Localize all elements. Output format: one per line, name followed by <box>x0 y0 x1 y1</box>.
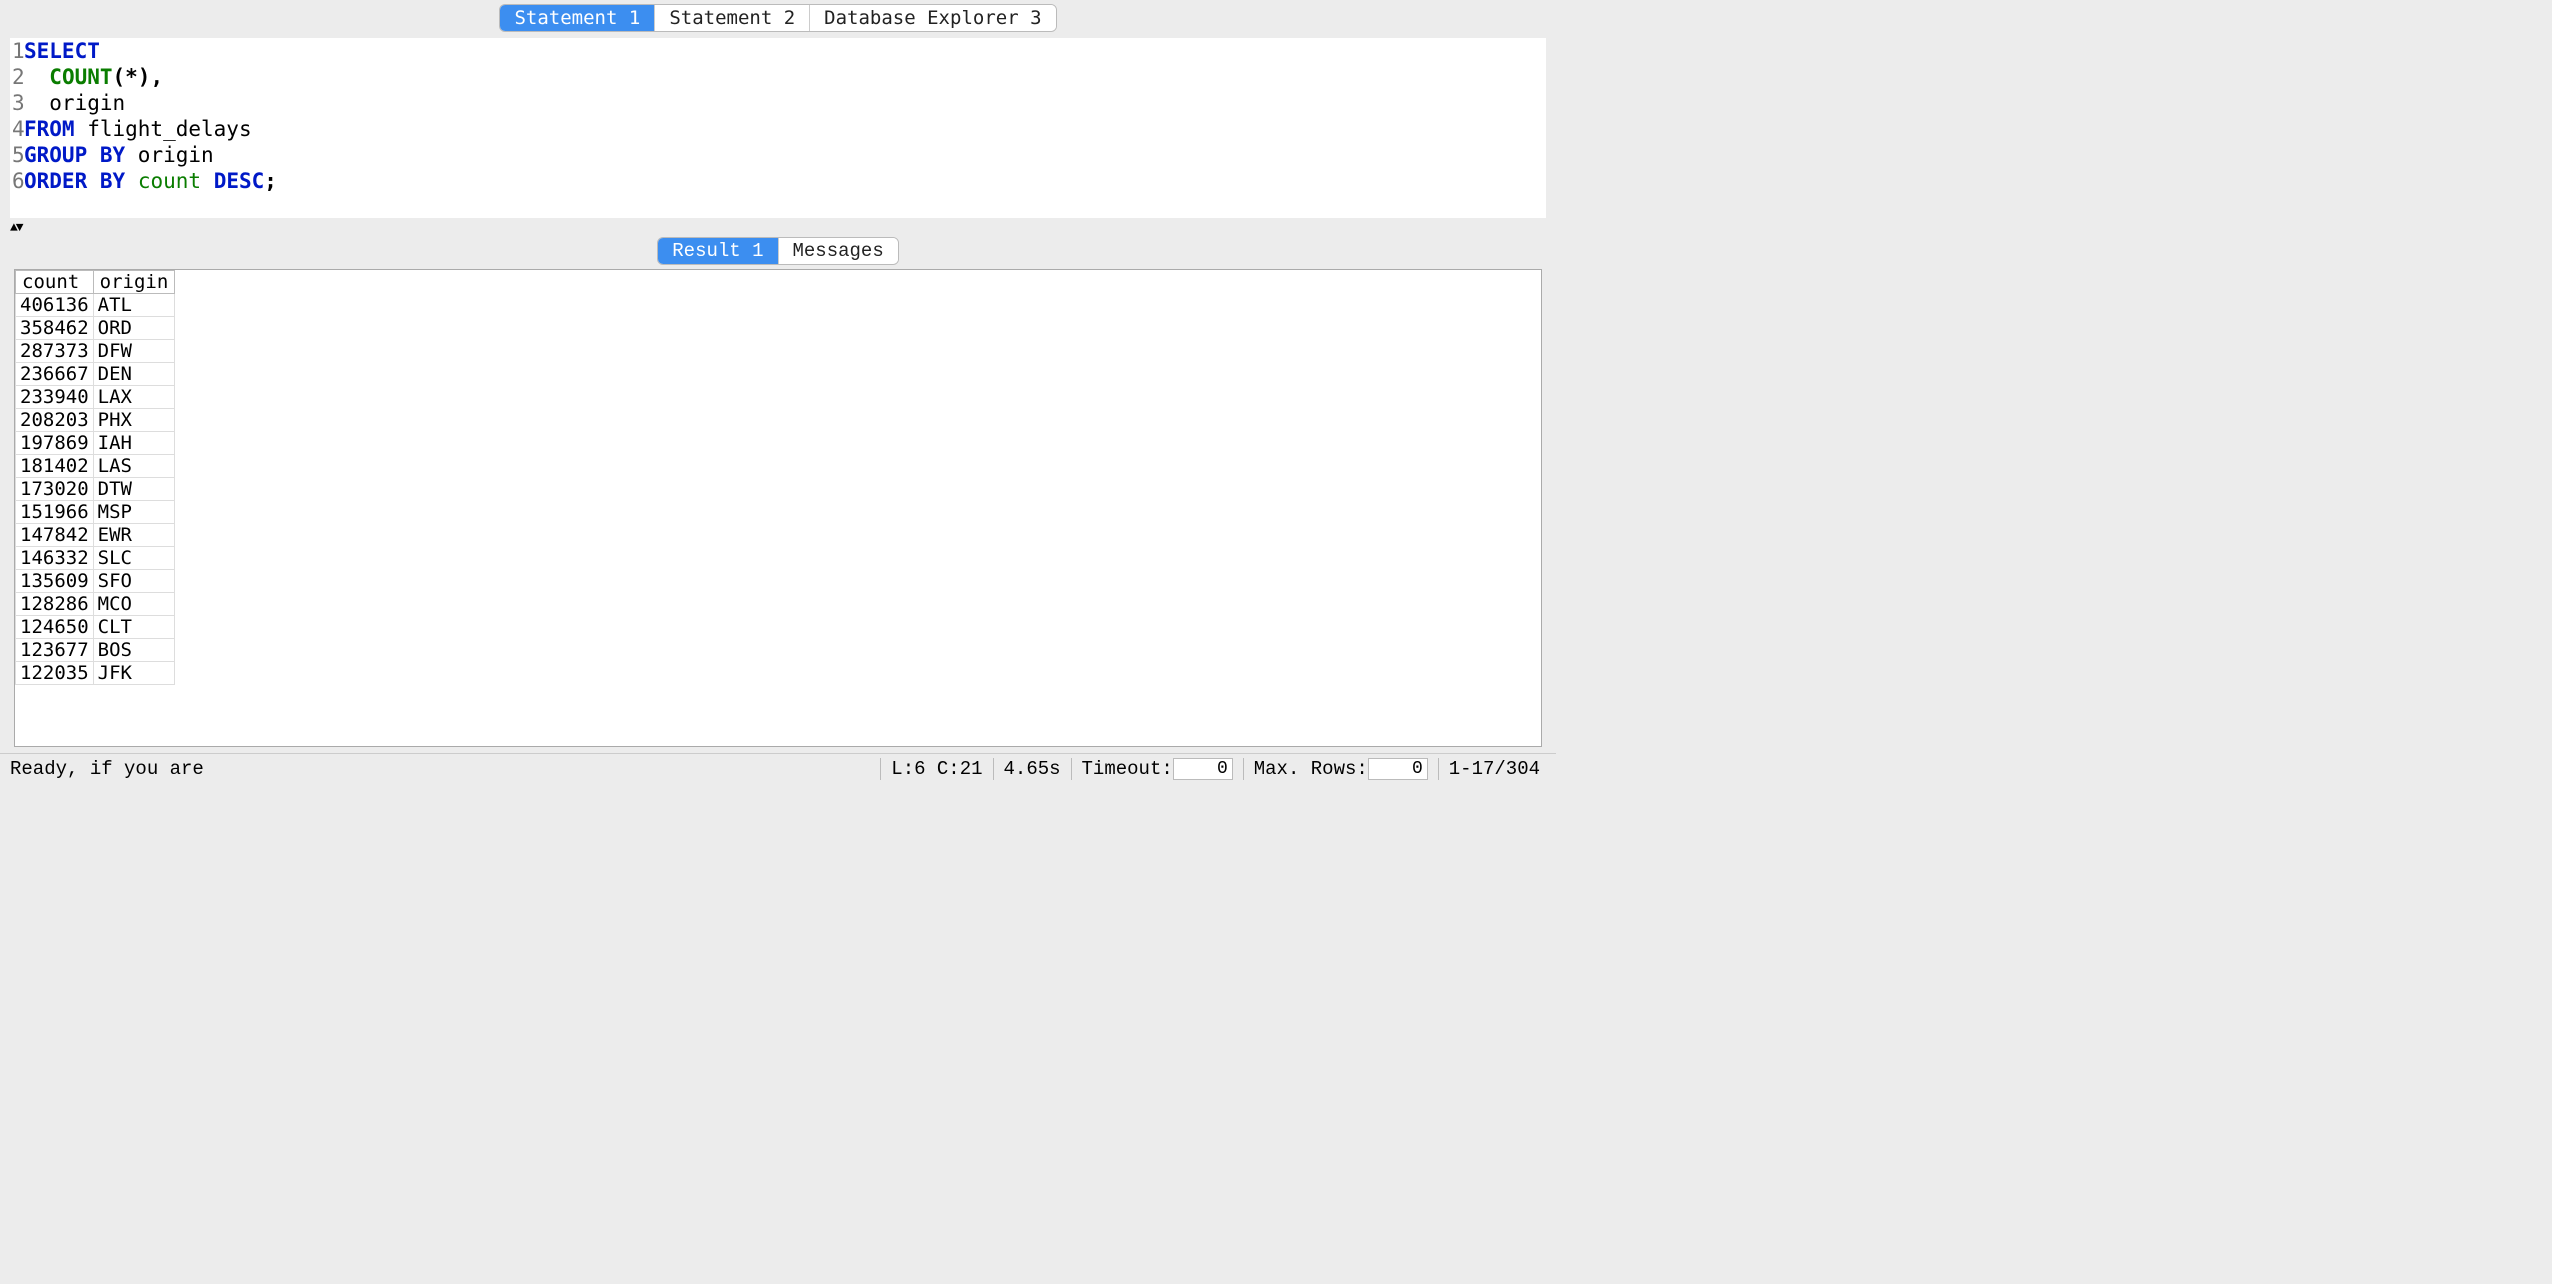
cell-count: 197869 <box>16 432 94 455</box>
code-content: FROM flight_delays <box>24 116 252 142</box>
maxrows-input[interactable] <box>1368 758 1428 780</box>
cell-origin: ORD <box>93 317 175 340</box>
cell-count: 123677 <box>16 639 94 662</box>
splitter-handle[interactable]: ▲▼ <box>0 220 1556 235</box>
cell-count: 233940 <box>16 386 94 409</box>
cell-count: 358462 <box>16 317 94 340</box>
cell-count: 287373 <box>16 340 94 363</box>
table-row[interactable]: 122035JFK <box>16 662 175 685</box>
main-tab-bar: Statement 1Statement 2Database Explorer … <box>0 0 1556 32</box>
column-header-count[interactable]: count <box>16 271 94 294</box>
table-row[interactable]: 236667DEN <box>16 363 175 386</box>
cell-count: 128286 <box>16 593 94 616</box>
code-line: 5GROUP BY origin <box>10 142 1546 168</box>
table-row[interactable]: 197869IAH <box>16 432 175 455</box>
results-panel: countorigin 406136ATL358462ORD287373DFW2… <box>14 269 1542 747</box>
table-row[interactable]: 208203PHX <box>16 409 175 432</box>
table-row[interactable]: 128286MCO <box>16 593 175 616</box>
timeout-label: Timeout: <box>1082 758 1173 780</box>
line-number: 3 <box>10 90 24 116</box>
table-row[interactable]: 146332SLC <box>16 547 175 570</box>
main-tab-1[interactable]: Statement 2 <box>655 5 810 31</box>
line-number: 6 <box>10 168 24 194</box>
table-row[interactable]: 151966MSP <box>16 501 175 524</box>
cell-count: 122035 <box>16 662 94 685</box>
table-row[interactable]: 181402LAS <box>16 455 175 478</box>
code-line: 1SELECT <box>10 38 1546 64</box>
line-number: 5 <box>10 142 24 168</box>
results-scroll[interactable]: countorigin 406136ATL358462ORD287373DFW2… <box>15 270 1541 746</box>
results-table: countorigin 406136ATL358462ORD287373DFW2… <box>15 270 175 685</box>
cell-count: 151966 <box>16 501 94 524</box>
cell-origin: LAX <box>93 386 175 409</box>
cell-origin: SLC <box>93 547 175 570</box>
timeout-input[interactable] <box>1173 758 1233 780</box>
cell-origin: CLT <box>93 616 175 639</box>
status-bar: Ready, if you are L:6 C:21 4.65s Timeout… <box>0 753 1556 783</box>
result-tab-group: Result 1Messages <box>657 237 898 265</box>
cell-origin: MCO <box>93 593 175 616</box>
cell-origin: MSP <box>93 501 175 524</box>
cell-origin: JFK <box>93 662 175 685</box>
main-tab-0[interactable]: Statement 1 <box>500 5 655 31</box>
line-number: 1 <box>10 38 24 64</box>
table-row[interactable]: 358462ORD <box>16 317 175 340</box>
table-row[interactable]: 173020DTW <box>16 478 175 501</box>
result-tab-1[interactable]: Messages <box>779 238 898 264</box>
timeout-field: Timeout: <box>1071 758 1243 780</box>
main-tab-group: Statement 1Statement 2Database Explorer … <box>499 4 1056 32</box>
result-tab-0[interactable]: Result 1 <box>658 238 778 264</box>
cell-origin: ATL <box>93 294 175 317</box>
code-content: ORDER BY count DESC; <box>24 168 277 194</box>
cell-count: 124650 <box>16 616 94 639</box>
cell-origin: IAH <box>93 432 175 455</box>
maxrows-field: Max. Rows: <box>1243 758 1438 780</box>
cell-origin: DTW <box>93 478 175 501</box>
cell-count: 147842 <box>16 524 94 547</box>
cell-origin: SFO <box>93 570 175 593</box>
cell-count: 173020 <box>16 478 94 501</box>
line-number: 4 <box>10 116 24 142</box>
cell-count: 135609 <box>16 570 94 593</box>
cell-origin: BOS <box>93 639 175 662</box>
cell-origin: EWR <box>93 524 175 547</box>
maxrows-label: Max. Rows: <box>1254 758 1368 780</box>
main-tab-2[interactable]: Database Explorer 3 <box>810 5 1055 31</box>
code-content: origin <box>24 90 125 116</box>
code-line: 4FROM flight_delays <box>10 116 1546 142</box>
cell-count: 406136 <box>16 294 94 317</box>
cell-origin: PHX <box>93 409 175 432</box>
code-line: 2 COUNT(*), <box>10 64 1546 90</box>
table-row[interactable]: 124650CLT <box>16 616 175 639</box>
sql-editor[interactable]: 1SELECT2 COUNT(*),3 origin4FROM flight_d… <box>10 38 1546 218</box>
cell-count: 236667 <box>16 363 94 386</box>
cursor-position: L:6 C:21 <box>880 758 992 780</box>
code-line: 3 origin <box>10 90 1546 116</box>
query-time: 4.65s <box>993 758 1071 780</box>
table-row[interactable]: 123677BOS <box>16 639 175 662</box>
cell-count: 208203 <box>16 409 94 432</box>
table-row[interactable]: 147842EWR <box>16 524 175 547</box>
cell-count: 146332 <box>16 547 94 570</box>
code-content: SELECT <box>24 38 100 64</box>
cell-count: 181402 <box>16 455 94 478</box>
cell-origin: DFW <box>93 340 175 363</box>
row-range: 1-17/304 <box>1438 758 1550 780</box>
line-number: 2 <box>10 64 24 90</box>
cell-origin: LAS <box>93 455 175 478</box>
column-header-origin[interactable]: origin <box>93 271 175 294</box>
code-content: COUNT(*), <box>24 64 163 90</box>
code-line: 6ORDER BY count DESC; <box>10 168 1546 194</box>
table-row[interactable]: 406136ATL <box>16 294 175 317</box>
code-content: GROUP BY origin <box>24 142 214 168</box>
table-row[interactable]: 233940LAX <box>16 386 175 409</box>
status-message: Ready, if you are <box>6 758 880 780</box>
result-tab-bar: Result 1Messages <box>0 235 1556 267</box>
table-row[interactable]: 135609SFO <box>16 570 175 593</box>
cell-origin: DEN <box>93 363 175 386</box>
table-row[interactable]: 287373DFW <box>16 340 175 363</box>
